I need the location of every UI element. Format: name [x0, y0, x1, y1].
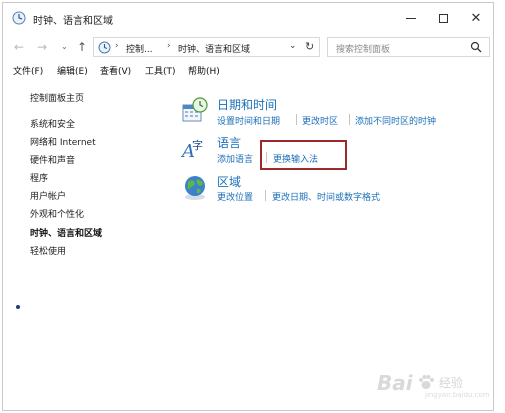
- language-icon: A 字: [181, 138, 203, 162]
- link-separator: [349, 114, 350, 125]
- back-button[interactable]: ←: [14, 40, 24, 54]
- menu-help[interactable]: 帮助(H): [188, 64, 220, 77]
- category-title-date-time[interactable]: 日期和时间: [217, 96, 277, 113]
- minimize-button[interactable]: [396, 7, 426, 29]
- search-input[interactable]: 搜索控制面板: [327, 37, 490, 57]
- baidu-jingyan-watermark: Bai 经验 jingyan.baidu.com: [377, 367, 497, 401]
- sidebar-item-hardware-sound[interactable]: 硬件和声音: [30, 153, 75, 166]
- category-title-language[interactable]: 语言: [217, 134, 241, 151]
- breadcrumb-control-panel[interactable]: 控制...: [126, 42, 153, 55]
- link-change-time-zone[interactable]: 更改时区: [302, 114, 338, 127]
- window-title: 时钟、语言和区域: [33, 16, 113, 27]
- menu-edit[interactable]: 编辑(E): [57, 64, 88, 77]
- sidebar-item-user-accounts[interactable]: 用户帐户: [30, 189, 66, 202]
- watermark-text: 经验: [439, 376, 464, 390]
- clock-calendar-icon: [182, 97, 208, 122]
- globe-icon: [185, 176, 205, 200]
- watermark-url: jingyan.baidu.com: [425, 391, 490, 399]
- breadcrumb-separator: ›: [115, 41, 119, 51]
- link-change-location[interactable]: 更改位置: [217, 190, 253, 203]
- link-set-time-date[interactable]: 设置时间和日期: [217, 114, 280, 127]
- close-button[interactable]: ✕: [461, 7, 491, 29]
- breadcrumb-separator: ›: [167, 41, 171, 51]
- current-item-bullet: [16, 305, 20, 309]
- link-separator: [296, 114, 297, 125]
- svg-text:字: 字: [192, 138, 203, 152]
- watermark-brand: Bai: [377, 371, 413, 395]
- highlight-annotation-box: [260, 140, 347, 170]
- link-add-language[interactable]: 添加语言: [217, 152, 253, 165]
- address-bar[interactable]: › 控制... › 时钟、语言和区域 ⌄ ↻: [93, 37, 320, 57]
- sidebar-item-appearance[interactable]: 外观和个性化: [30, 207, 84, 220]
- clock-globe-icon: [12, 11, 26, 25]
- maximize-button[interactable]: [428, 7, 458, 29]
- address-dropdown-button[interactable]: ⌄: [289, 41, 297, 51]
- navigation-bar: ← → ⌄ ↑ › 控制... › 时钟、语言和区域 ⌄ ↻ 搜索控制面板: [3, 37, 493, 59]
- category-title-region[interactable]: 区域: [217, 173, 241, 190]
- refresh-button[interactable]: ↻: [305, 40, 314, 53]
- sidebar-item-network-internet[interactable]: 网络和 Internet: [30, 135, 96, 148]
- recent-locations-button[interactable]: ⌄: [61, 42, 68, 51]
- forward-button[interactable]: →: [37, 40, 47, 54]
- sidebar-item-programs[interactable]: 程序: [30, 171, 48, 184]
- menu-tools[interactable]: 工具(T): [145, 64, 176, 77]
- link-change-date-time-number-format[interactable]: 更改日期、时间或数字格式: [272, 190, 380, 203]
- search-icon: [470, 41, 482, 53]
- sidebar-item-ease-of-access[interactable]: 轻松使用: [30, 244, 66, 257]
- link-add-clocks[interactable]: 添加不同时区的时钟: [355, 114, 436, 127]
- close-icon: ✕: [470, 10, 482, 26]
- control-panel-window: 时钟、语言和区域 ✕ ← → ⌄ ↑ › 控制... › 时钟、语言和区域 ⌄ …: [2, 2, 494, 411]
- sidebar-item-system-security[interactable]: 系统和安全: [30, 117, 75, 130]
- menu-file[interactable]: 文件(F): [13, 64, 43, 77]
- link-separator: [265, 190, 266, 201]
- sidebar-item-clock-language-region[interactable]: 时钟、语言和区域: [30, 226, 102, 239]
- control-panel-icon: [98, 41, 111, 54]
- search-placeholder: 搜索控制面板: [336, 45, 391, 55]
- sidebar-item-control-panel-home[interactable]: 控制面板主页: [30, 91, 84, 104]
- title-bar: 时钟、语言和区域 ✕: [3, 3, 493, 33]
- paw-logo-icon: [419, 375, 434, 389]
- menu-view[interactable]: 查看(V): [100, 64, 131, 77]
- left-navigation-pane: 控制面板主页 系统和安全 网络和 Internet 硬件和声音 程序 用户帐户 …: [3, 81, 173, 381]
- breadcrumb-clock-language-region[interactable]: 时钟、语言和区域: [178, 42, 250, 55]
- menu-bar: 文件(F) 编辑(E) 查看(V) 工具(T) 帮助(H): [3, 62, 493, 78]
- up-button[interactable]: ↑: [77, 40, 87, 54]
